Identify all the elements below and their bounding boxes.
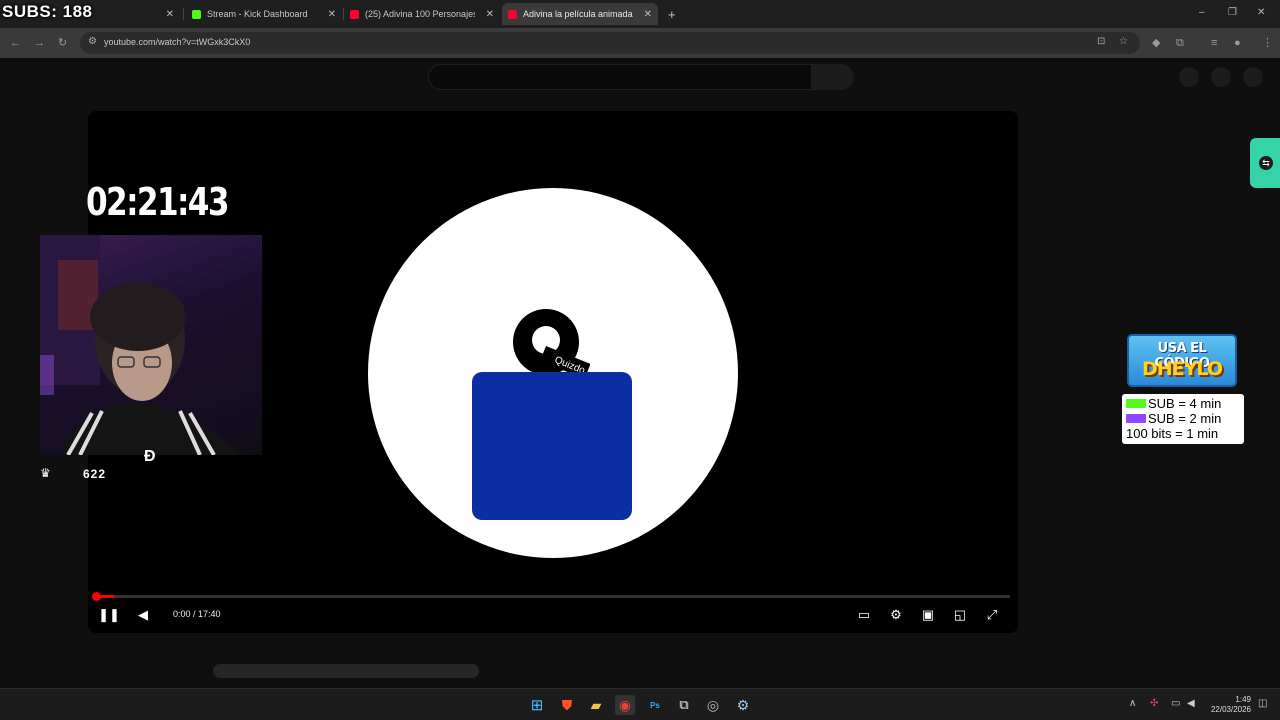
- address-bar[interactable]: ⚙ youtube.com/watch?v=tWGxk3CkX0 ⊡ ☆: [80, 32, 1140, 54]
- browser-tab-strip: ✕ Stream - Kick Dashboard ✕ (25) Adivina…: [0, 0, 1280, 28]
- tab-adivina-personajes[interactable]: (25) Adivina 100 Personajes de ✕: [344, 3, 500, 25]
- tab-title: Adivina la película animada en: [523, 9, 633, 19]
- volume-button[interactable]: ◀: [133, 605, 153, 625]
- fullscreen-icon: ⤢: [986, 607, 998, 622]
- viewer-count: 622: [83, 467, 107, 481]
- photoshop-icon[interactable]: Ps: [645, 695, 665, 715]
- streamer-silhouette: [40, 235, 240, 455]
- miniplayer-icon: ▣: [921, 607, 935, 622]
- close-window-button[interactable]: ✕: [1257, 7, 1265, 18]
- kick-icon: [1126, 399, 1146, 408]
- cast-button[interactable]: ◱: [950, 605, 970, 625]
- webcam-feed: [40, 235, 262, 455]
- sub-rates-panel: SUB = 4 min SUB = 2 min 100 bits = 1 min: [1122, 394, 1244, 444]
- start-icon[interactable]: ⊞: [527, 695, 547, 715]
- pause-button[interactable]: ❚❚: [98, 605, 120, 625]
- promo-code-badge: USA EL CÓDIGO DHEYLO: [1127, 334, 1237, 387]
- rate-text: 100 bits = 1 min: [1126, 426, 1219, 441]
- profile-avatar-icon[interactable]: ●: [1234, 35, 1241, 51]
- network-icon[interactable]: ▭: [1171, 698, 1180, 709]
- system-clock[interactable]: 1:49 22/03/2026: [1205, 695, 1251, 715]
- steam-icon[interactable]: ⚙: [733, 695, 753, 715]
- back-icon[interactable]: ←: [10, 35, 21, 51]
- subtitles-icon: ▭: [857, 607, 871, 622]
- obs-icon[interactable]: ◎: [703, 695, 723, 715]
- tab-kick-dashboard[interactable]: Stream - Kick Dashboard ✕: [186, 3, 342, 25]
- minimize-button[interactable]: –: [1199, 7, 1205, 18]
- miniplayer-button[interactable]: ▣: [918, 605, 938, 625]
- new-tab-button[interactable]: +: [662, 3, 682, 25]
- close-tab-icon[interactable]: ✕: [328, 9, 336, 20]
- browser-toolbar: ← → ↻ ⚙ youtube.com/watch?v=tWGxk3CkX0 ⊡…: [0, 28, 1280, 58]
- fullscreen-button[interactable]: ⤢: [982, 605, 1002, 625]
- chrome-icon[interactable]: ◉: [615, 695, 635, 715]
- extension-side-tab[interactable]: ⇆: [1250, 138, 1280, 188]
- close-tab-icon[interactable]: ✕: [486, 9, 494, 20]
- folder-icon[interactable]: ▰: [586, 695, 606, 715]
- rate-kick-sub: SUB = 4 min: [1126, 396, 1221, 411]
- blue-card-graphic: [472, 372, 632, 520]
- subs-counter: SUBS: 188: [2, 2, 93, 21]
- account-avatar[interactable]: [1243, 67, 1263, 87]
- tab-title: Stream - Kick Dashboard: [207, 9, 308, 19]
- settings-button[interactable]: ⚙: [886, 605, 906, 625]
- puzzle-icon[interactable]: ⧉: [1176, 35, 1184, 51]
- search-input[interactable]: [428, 64, 812, 90]
- rate-text: SUB = 4 min: [1148, 396, 1222, 411]
- tab-separator: [183, 8, 184, 20]
- scrubber-handle[interactable]: [92, 592, 101, 601]
- media-control-icon[interactable]: ≡: [1211, 35, 1217, 51]
- youtube-icon: [508, 9, 517, 19]
- video-title-placeholder: [213, 664, 479, 678]
- close-tab-icon[interactable]: ✕: [166, 9, 174, 20]
- brave-icon[interactable]: ⛊: [557, 695, 577, 715]
- clock-time: 1:49: [1235, 695, 1251, 704]
- taskbar: ⊞ ⛊ ▰ ◉ Ps ⧉ ◎ ⚙ ∧ ✣ ▭ ◀ 1:49 22/03/2026…: [0, 688, 1280, 720]
- progress-bar[interactable]: [96, 595, 1010, 598]
- app-icon[interactable]: ⧉: [674, 695, 694, 715]
- gear-icon: ⚙: [890, 607, 902, 622]
- volume-tray-icon[interactable]: ◀: [1187, 698, 1195, 709]
- volume-icon: ◀: [138, 607, 148, 622]
- bookmark-star-icon[interactable]: ☆: [1119, 36, 1128, 47]
- reload-icon[interactable]: ↻: [58, 35, 67, 51]
- notification-bell-icon[interactable]: ◫: [1258, 698, 1267, 709]
- tab-title: (25) Adivina 100 Personajes de: [365, 9, 475, 19]
- install-app-icon[interactable]: ⊡: [1097, 36, 1105, 47]
- crown-icon: ♛: [40, 466, 51, 480]
- pause-icon: ❚❚: [98, 607, 120, 622]
- extension-icon[interactable]: ◆: [1152, 35, 1160, 51]
- tray-app-icon[interactable]: ✣: [1150, 698, 1158, 709]
- notifications-icon[interactable]: [1211, 67, 1231, 87]
- twitch-icon: [1126, 414, 1146, 423]
- cast-icon: ◱: [953, 607, 967, 622]
- subtitles-button[interactable]: ▭: [854, 605, 874, 625]
- time-display: 0:00 / 17:40: [173, 609, 221, 619]
- create-icon[interactable]: [1179, 67, 1199, 87]
- promo-code: DHEYLO: [1142, 358, 1223, 380]
- plus-icon: +: [668, 6, 676, 22]
- search-button[interactable]: [812, 64, 854, 90]
- restore-button[interactable]: ❐: [1228, 7, 1237, 18]
- rate-twitch-sub: SUB = 2 min: [1126, 411, 1221, 426]
- rate-bits: 100 bits = 1 min: [1126, 426, 1218, 441]
- quizdo-logo-icon: Quizdo: [513, 309, 590, 376]
- forward-icon[interactable]: →: [34, 35, 45, 51]
- extension-side-icon: ⇆: [1259, 156, 1273, 170]
- site-info-icon[interactable]: ⚙: [88, 36, 97, 47]
- viewer-counter: ♛ 622 Ð: [40, 448, 262, 485]
- close-tab-icon[interactable]: ✕: [644, 9, 652, 20]
- subathon-timer: 02:21:43: [86, 180, 230, 224]
- kick-icon: [192, 9, 201, 19]
- url-text: youtube.com/watch?v=tWGxk3CkX0: [104, 37, 251, 47]
- clock-date: 22/03/2026: [1210, 705, 1251, 714]
- menu-icon[interactable]: ⋮: [1262, 35, 1273, 51]
- tab-adivina-pelicula[interactable]: Adivina la película animada en ✕: [502, 3, 658, 25]
- tray-chevron-icon[interactable]: ∧: [1129, 698, 1136, 709]
- youtube-icon: [350, 9, 359, 19]
- rate-text: SUB = 2 min: [1148, 411, 1222, 426]
- streamer-logo-icon: Ð: [144, 448, 156, 465]
